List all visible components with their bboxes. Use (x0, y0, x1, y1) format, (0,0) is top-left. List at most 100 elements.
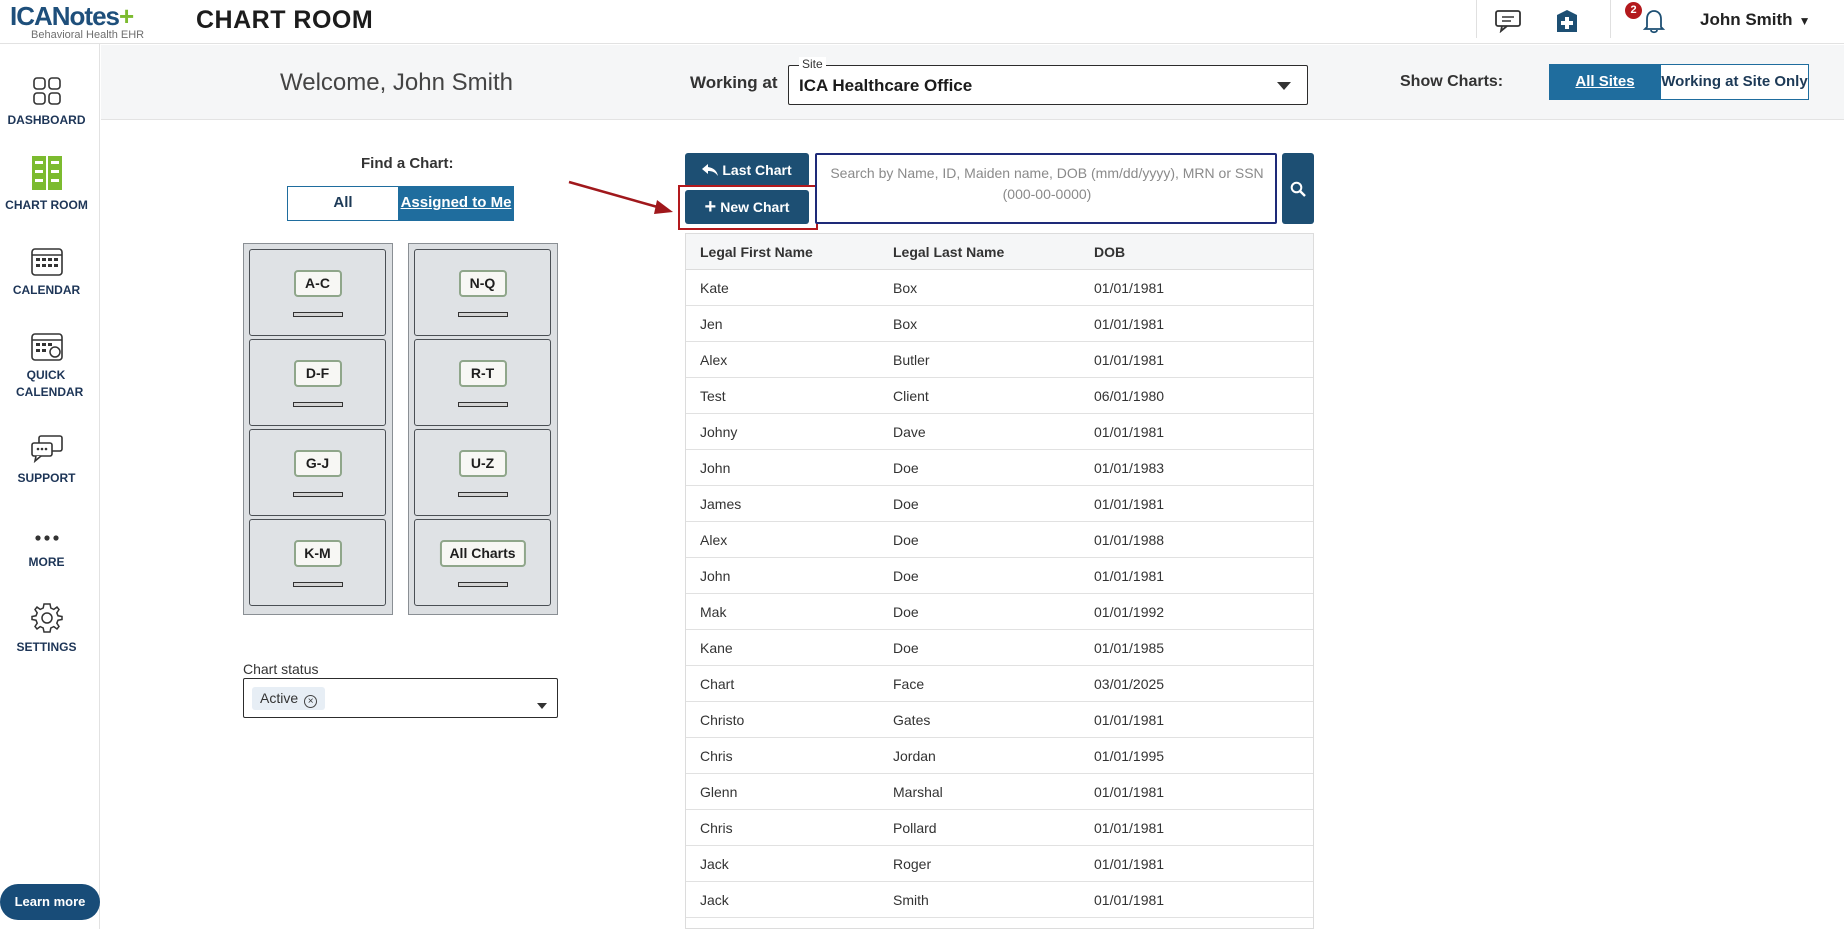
quick-calendar-icon (0, 327, 93, 361)
table-row[interactable]: Chris Pollard 01/01/1981 (686, 810, 1313, 846)
drawer-label: A-C (293, 270, 342, 297)
sidebar-item-calendar[interactable]: CALENDAR (0, 242, 93, 299)
annotation-arrow-icon (568, 180, 673, 214)
column-header-dob[interactable]: DOB (1084, 234, 1125, 269)
first-name-cell: Glenn (700, 784, 738, 800)
table-row[interactable]: John Doe 01/01/1981 (686, 558, 1313, 594)
sidebar-item-label: CHART ROOM (5, 198, 88, 212)
working-at-label: Working at (690, 73, 778, 92)
drawer-r-t[interactable]: R-T (414, 339, 551, 426)
sidebar-item-chart-room[interactable]: CHART ROOM (0, 156, 93, 214)
highlight-box (678, 185, 818, 230)
last-name-cell: Client (893, 388, 929, 404)
first-name-cell: Jack (700, 892, 729, 908)
sidebar-item-dashboard[interactable]: DASHBOARD (0, 72, 93, 129)
table-row[interactable]: Jen Box 01/01/1981 (686, 306, 1313, 342)
last-name-cell: Dave (893, 424, 926, 440)
drawer-g-j[interactable]: G-J (249, 429, 386, 516)
drawer-u-z[interactable]: U-Z (414, 429, 551, 516)
notification-badge: 2 (1625, 2, 1642, 19)
dob-cell: 06/01/1980 (1094, 388, 1165, 404)
dob-cell: 01/01/1995 (1094, 748, 1165, 764)
table-row[interactable]: Alex Doe 01/01/1988 (686, 522, 1313, 558)
user-menu[interactable]: John Smith ▼ (1700, 10, 1810, 30)
table-row[interactable]: Chris Jordan 01/01/1995 (686, 738, 1313, 774)
dob-cell: 03/01/2025 (1094, 676, 1165, 692)
dob-cell: 01/01/1981 (1094, 784, 1165, 800)
working-at-site-only-toggle[interactable]: Working at Site Only (1660, 64, 1809, 100)
bell-icon[interactable] (1638, 6, 1670, 36)
table-row[interactable]: Jack Roger 01/01/1981 (686, 846, 1313, 882)
dob-cell: 01/01/1981 (1094, 568, 1165, 584)
drawer-d-f[interactable]: D-F (249, 339, 386, 426)
last-name-cell: Face (893, 676, 925, 692)
drawer-all-charts[interactable]: All Charts (414, 519, 551, 606)
find-a-chart-label: Find a Chart: (361, 155, 454, 172)
learn-more-button[interactable]: Learn more (0, 884, 100, 920)
first-name-cell: Chris (700, 820, 733, 836)
table-row[interactable]: Kate Box 01/01/1981 (686, 270, 1313, 306)
last-chart-button[interactable]: Last Chart (685, 153, 809, 187)
chat-icon[interactable] (1492, 6, 1524, 36)
page-title: CHART ROOM (196, 6, 374, 34)
table-row[interactable]: James Doe 01/01/1981 (686, 486, 1313, 522)
dob-cell: 01/01/1981 (1094, 352, 1165, 368)
table-header: Legal First Name Legal Last Name DOB (686, 234, 1313, 270)
sidebar-item-quick-calendar[interactable]: QUICK CALENDAR (0, 327, 93, 401)
reply-arrow-icon (702, 164, 719, 176)
first-name-cell: Alex (700, 532, 728, 548)
table-row[interactable]: Kane Doe 01/01/1985 (686, 630, 1313, 666)
table-row[interactable]: Glenn Marshal 01/01/1981 (686, 774, 1313, 810)
table-row[interactable]: Mak Doe 01/01/1992 (686, 594, 1313, 630)
divider (1476, 0, 1477, 38)
assigned-to-me-filter[interactable]: Assigned to Me (398, 186, 514, 221)
drawer-a-c[interactable]: A-C (249, 249, 386, 336)
dashboard-icon (0, 72, 93, 106)
dob-cell: 01/01/1981 (1094, 280, 1165, 296)
chart-search-input[interactable]: Search by Name, ID, Maiden name, DOB (mm… (815, 153, 1277, 224)
user-name: John Smith (1700, 10, 1793, 29)
sidebar: DASHBOARD CHART ROOM CALENDAR QUICK CALE… (0, 44, 100, 929)
table-row[interactable]: Johny Dave 01/01/1981 (686, 414, 1313, 450)
table-row[interactable]: John Doe 01/01/1983 (686, 450, 1313, 486)
logo-wordmark: ICANotes+ (10, 1, 134, 31)
sidebar-item-support[interactable]: SUPPORT (0, 430, 93, 487)
drawer-handle (292, 402, 343, 407)
drawer-label: K-M (293, 540, 342, 567)
search-button[interactable] (1282, 153, 1314, 224)
drawer-handle (457, 402, 508, 407)
dob-cell: 01/01/1985 (1094, 640, 1165, 656)
pharmacy-icon[interactable] (1551, 6, 1583, 36)
sidebar-item-settings[interactable]: SETTINGS (0, 599, 93, 656)
site-select[interactable]: Site ICA Healthcare Office (788, 57, 1308, 105)
table-row[interactable]: Chart Face 03/01/2025 (686, 666, 1313, 702)
dob-cell: 01/01/1981 (1094, 712, 1165, 728)
first-name-cell: Chris (700, 748, 733, 764)
first-name-cell: Kane (700, 640, 733, 656)
remove-chip-icon[interactable]: × (304, 695, 318, 708)
last-name-cell: Doe (893, 496, 919, 512)
chart-status-select[interactable]: Active × (243, 678, 558, 718)
drawer-k-m[interactable]: K-M (249, 519, 386, 606)
top-bar: ICANotes+ Behavioral Health EHR CHART RO… (0, 0, 1844, 44)
first-name-cell: Christo (700, 712, 745, 728)
all-charts-filter[interactable]: All (287, 186, 399, 221)
sidebar-item-label: DASHBOARD (7, 113, 86, 127)
drawer-n-q[interactable]: N-Q (414, 249, 551, 336)
table-row[interactable]: Christo Gates 01/01/1981 (686, 702, 1313, 738)
icanotes-logo[interactable]: ICANotes+ Behavioral Health EHR (10, 3, 170, 43)
drawer-handle (457, 312, 508, 317)
last-name-cell: Smith (893, 892, 929, 908)
table-row[interactable]: Jack Smith 01/01/1981 (686, 882, 1313, 918)
drawer-handle (292, 492, 343, 497)
table-row[interactable]: Alex Butler 01/01/1981 (686, 342, 1313, 378)
last-name-cell: Doe (893, 532, 919, 548)
drawer-label: All Charts (439, 540, 526, 567)
file-cabinet-right: N-Q R-T U-Z All Charts (408, 243, 558, 615)
column-header-last-name[interactable]: Legal Last Name (883, 234, 1084, 269)
sidebar-item-more[interactable]: MORE (0, 514, 93, 571)
column-header-first-name[interactable]: Legal First Name (686, 234, 883, 269)
table-row[interactable]: Test Client 06/01/1980 (686, 378, 1313, 414)
chevron-down-icon (1277, 82, 1291, 90)
all-sites-toggle[interactable]: All Sites (1549, 64, 1661, 100)
